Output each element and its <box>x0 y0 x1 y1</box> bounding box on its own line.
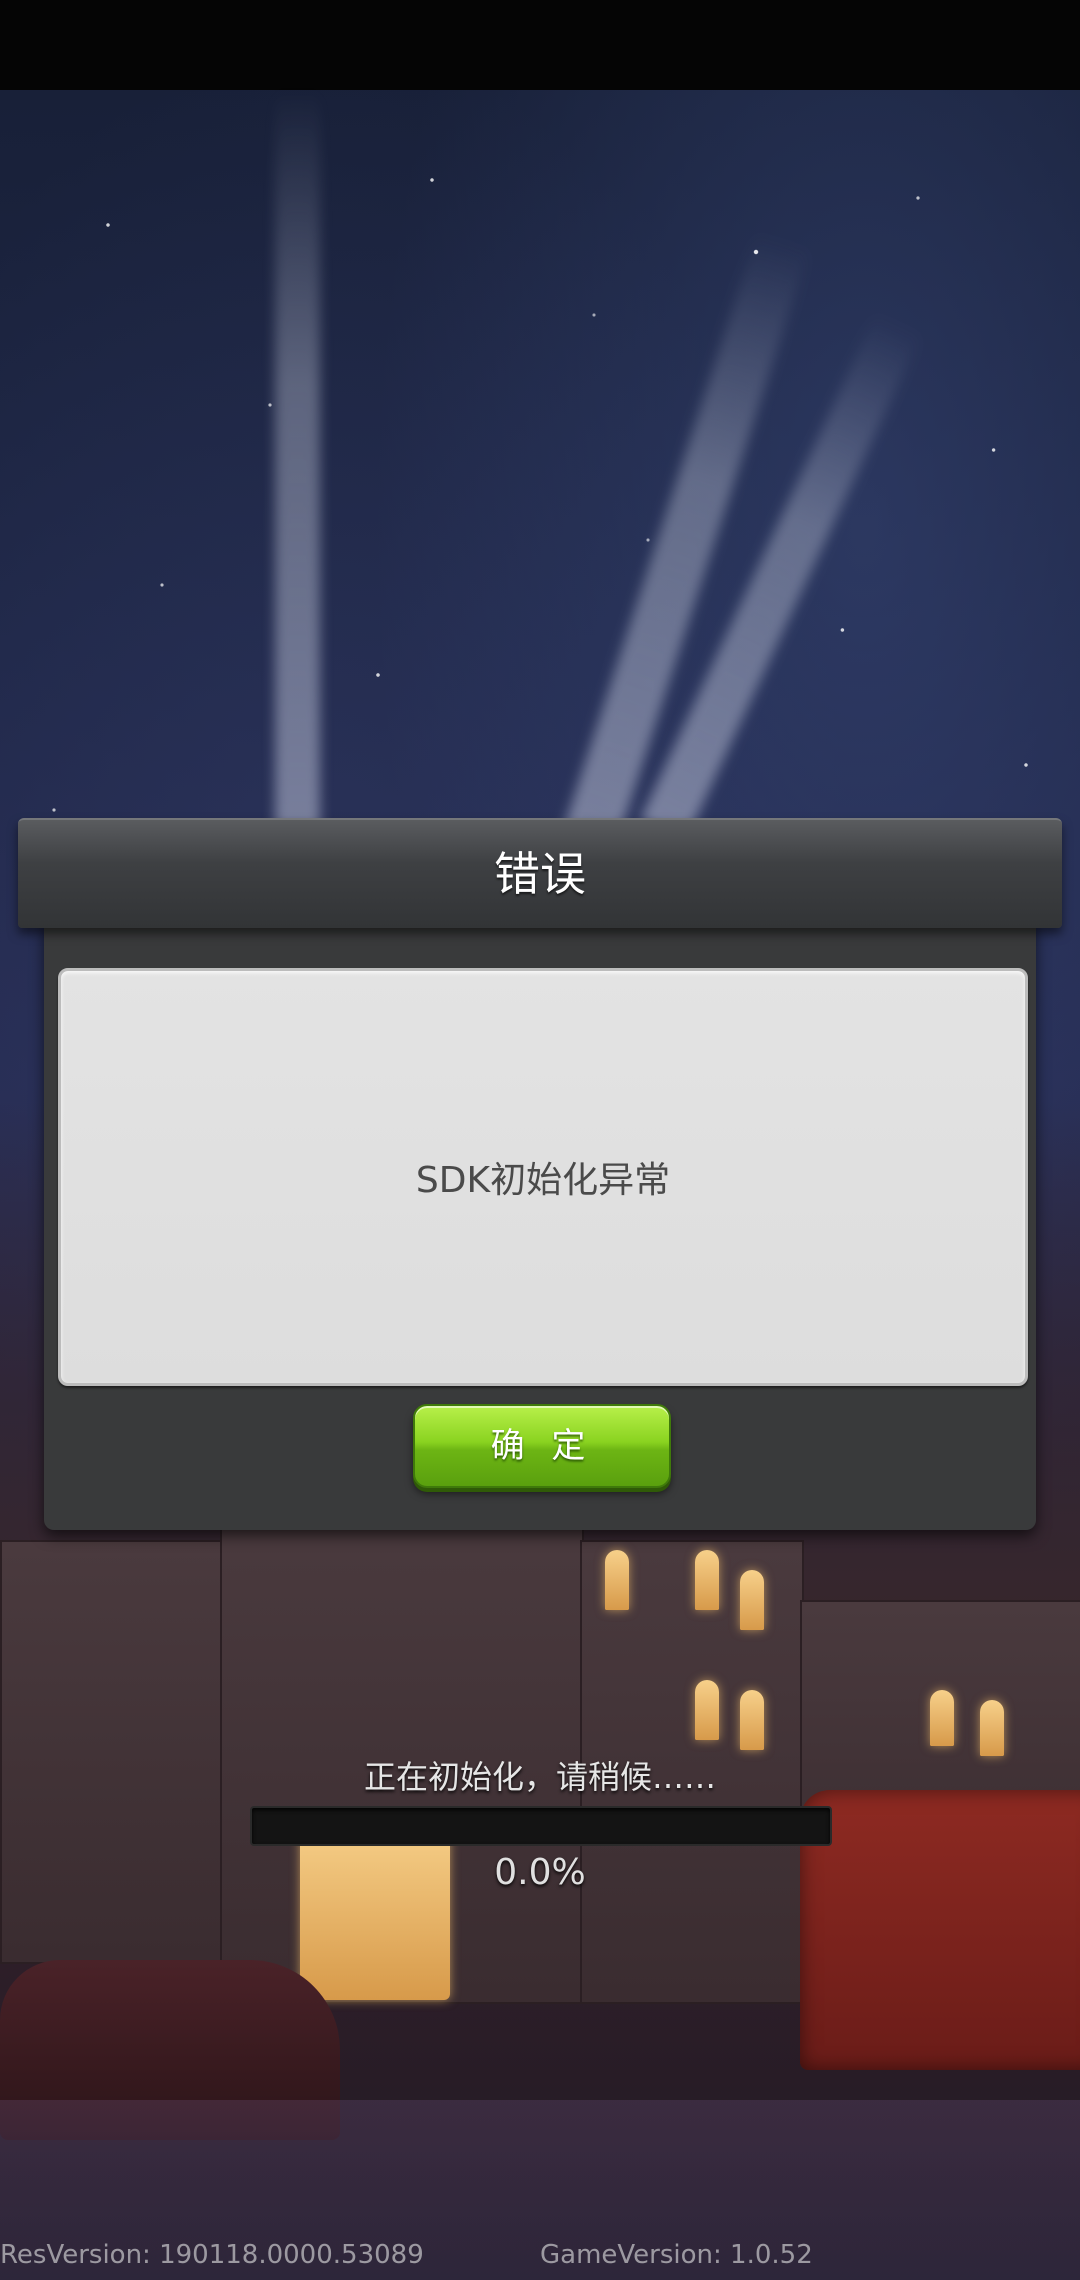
loading-progress-bar <box>250 1806 832 1846</box>
lit-window <box>605 1550 629 1610</box>
dialog-title: 错误 <box>494 847 586 901</box>
confirm-button[interactable]: 确 定 <box>413 1404 671 1488</box>
lit-window <box>980 1700 1004 1756</box>
game-screen: 错误 SDK初始化异常 确 定 正在初始化，请稍候…… 0.0% ResVers… <box>0 0 1080 2280</box>
message-box: SDK初始化异常 <box>58 968 1028 1386</box>
loading-progress-percent: 0.0% <box>494 1852 586 1893</box>
double-decker-bus <box>800 1790 1080 2070</box>
error-message: SDK初始化异常 <box>415 1160 671 1201</box>
lit-window <box>930 1690 954 1746</box>
searchlight-beam <box>275 90 320 830</box>
lit-window <box>695 1680 719 1740</box>
lit-window <box>740 1690 764 1750</box>
status-bar <box>0 0 1080 90</box>
game-version-label: GameVersion: 1.0.52 <box>540 2240 813 2270</box>
loading-status-text: 正在初始化，请稍候…… <box>363 1758 716 1796</box>
lit-window <box>695 1550 719 1610</box>
lit-window <box>740 1570 764 1630</box>
dialog-header: 错误 <box>18 818 1062 928</box>
confirm-button-label: 确 定 <box>490 1426 594 1466</box>
res-version-label: ResVersion: 190118.0000.53089 <box>0 2240 424 2270</box>
building <box>0 1540 224 1964</box>
error-dialog: 错误 SDK初始化异常 确 定 <box>18 818 1062 1530</box>
lit-entrance <box>300 1820 450 2000</box>
